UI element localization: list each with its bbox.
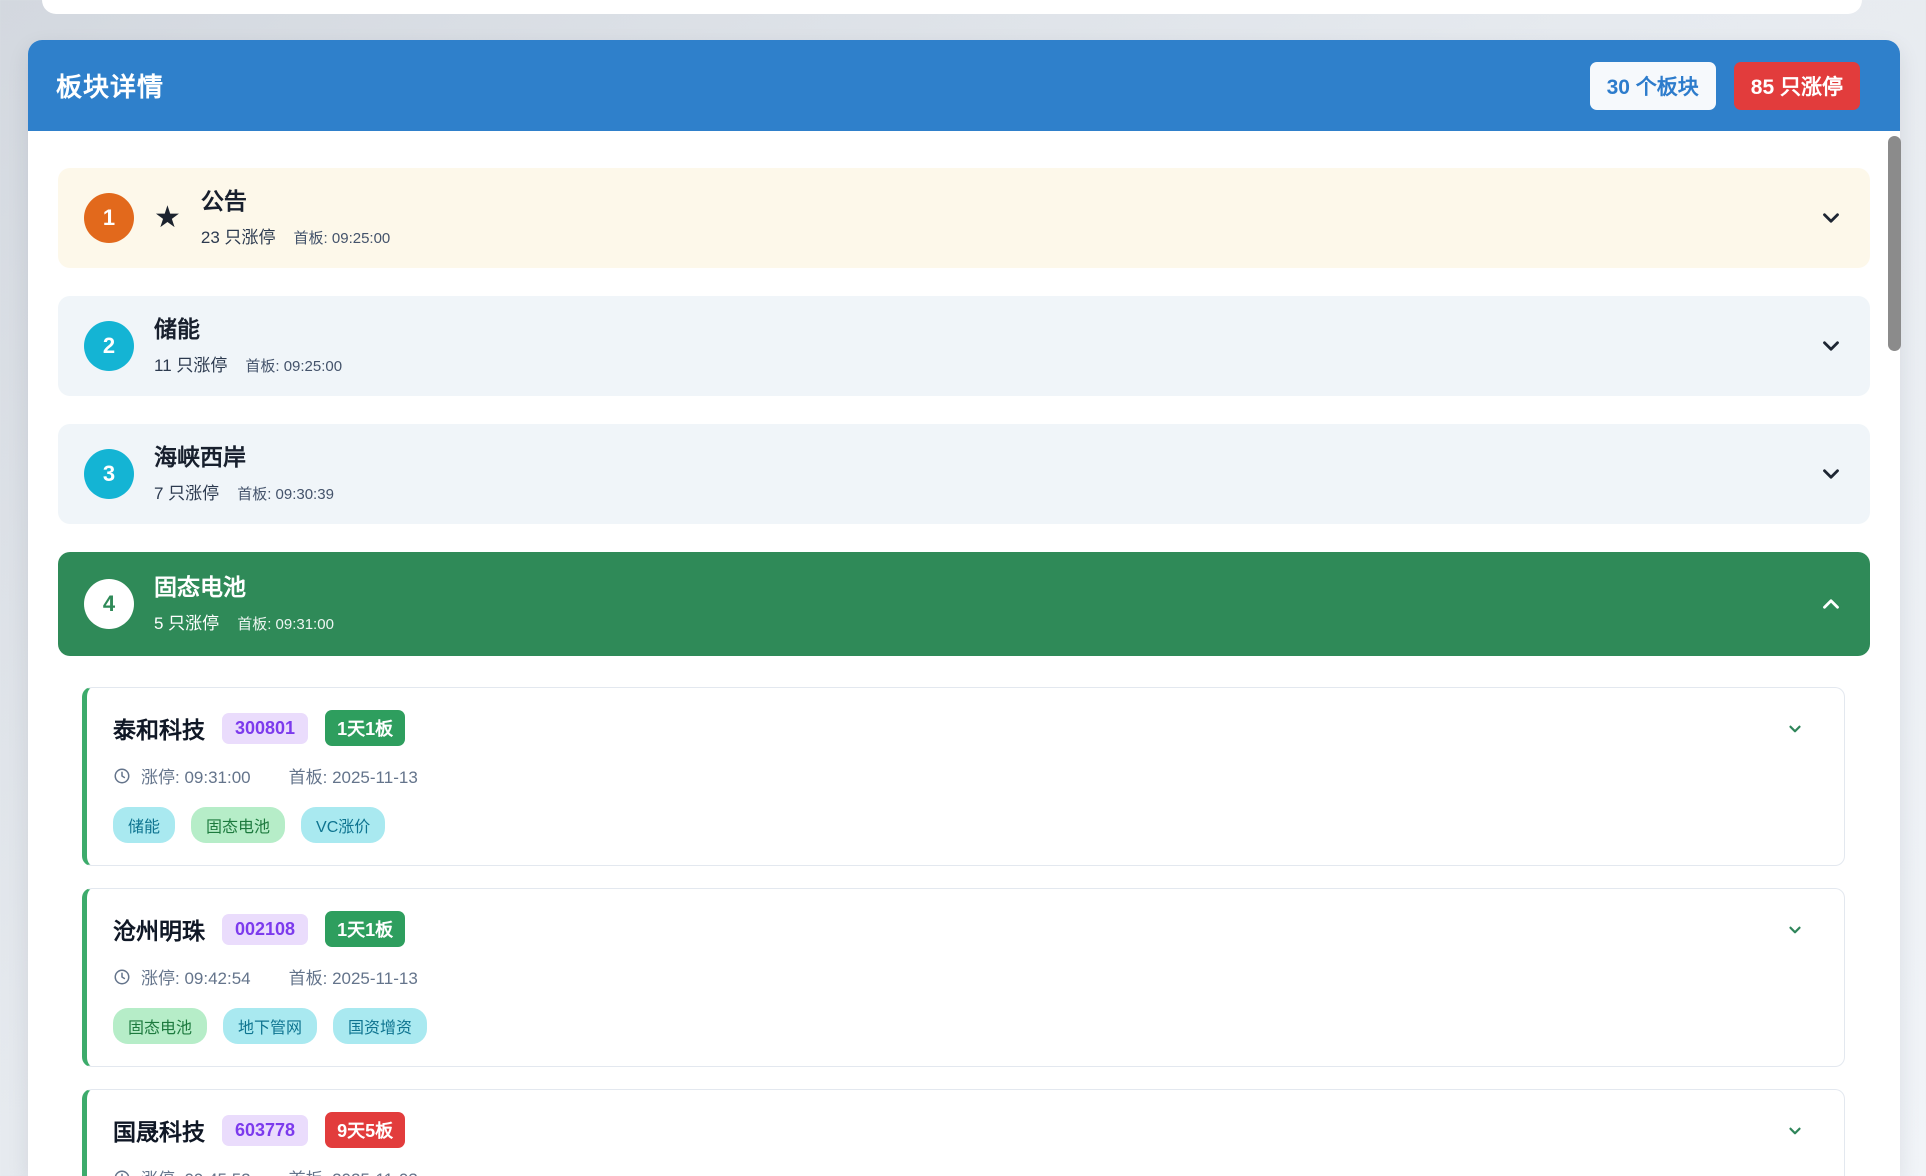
sector-detail-panel: 板块详情 30 个板块 85 只涨停 1 ★ 公告 23 只涨停 首板: 09:…	[28, 40, 1900, 1176]
sector-name: 固态电池	[154, 574, 334, 602]
stock-info-row: 涨停: 09:45:52 首板: 2025-11-03	[113, 1165, 1818, 1176]
board-streak-badge: 1天1板	[325, 911, 405, 947]
sector-row-haixiaxian[interactable]: 3 海峡西岸 7 只涨停 首板: 09:30:39	[58, 424, 1870, 524]
stock-info-row: 涨停: 09:42:54 首板: 2025-11-13	[113, 964, 1818, 989]
chevron-down-icon[interactable]	[1786, 921, 1804, 939]
header-badges: 30 个板块 85 只涨停	[1590, 62, 1860, 110]
sector-info: 海峡西岸 7 只涨停 首板: 09:30:39	[154, 444, 334, 504]
tag-chip: 储能	[113, 807, 175, 843]
stock-code-badge: 300801	[222, 713, 308, 744]
sector-info: 储能 11 只涨停 首板: 09:25:00	[154, 316, 342, 376]
chevron-down-icon[interactable]	[1786, 720, 1804, 738]
sector-first-board-time: 首板: 09:30:39	[237, 483, 334, 504]
chevron-down-icon[interactable]	[1818, 333, 1844, 359]
sector-first-board-time: 首板: 09:25:00	[294, 227, 391, 248]
stock-tags: 固态电池 地下管网 国资增资	[113, 1008, 1818, 1044]
sector-limit-up-count: 11 只涨停	[154, 351, 227, 376]
limit-up-time: 涨停: 09:42:54	[141, 964, 251, 989]
limit-up-time: 涨停: 09:31:00	[141, 763, 251, 788]
chevron-down-icon[interactable]	[1818, 461, 1844, 487]
sector-first-board-time: 首板: 09:25:00	[245, 355, 342, 376]
limit-up-count-badge: 85 只涨停	[1734, 62, 1860, 110]
rank-badge: 1	[84, 193, 134, 243]
tag-chip: VC涨价	[301, 807, 385, 843]
sector-subtitle: 5 只涨停 首板: 09:31:00	[154, 609, 334, 634]
first-board-date: 首板: 2025-11-03	[289, 1165, 418, 1176]
page-title: 板块详情	[56, 67, 164, 104]
stock-card-cangzhoumingzhu[interactable]: 沧州明珠 002108 1天1板 涨停: 09:42:54 首板: 2025-1…	[82, 888, 1845, 1067]
sector-count-badge: 30 个板块	[1590, 62, 1716, 110]
sector-row-gonggao[interactable]: 1 ★ 公告 23 只涨停 首板: 09:25:00	[58, 168, 1870, 268]
board-streak-badge: 1天1板	[325, 710, 405, 746]
stock-title-row: 沧州明珠 002108 1天1板	[113, 911, 1818, 947]
sector-subtitle: 23 只涨停 首板: 09:25:00	[201, 223, 390, 248]
sector-first-board-time: 首板: 09:31:00	[237, 613, 334, 634]
stock-name: 沧州明珠	[113, 912, 205, 946]
stock-card-list: 泰和科技 300801 1天1板 涨停: 09:31:00 首板: 2025-1…	[82, 687, 1845, 1176]
clock-icon	[113, 1169, 131, 1176]
stock-code-badge: 603778	[222, 1115, 308, 1146]
previous-card-edge	[42, 0, 1862, 14]
tag-chip: 国资增资	[333, 1008, 427, 1044]
tag-chip: 固态电池	[191, 807, 285, 843]
sector-limit-up-count: 7 只涨停	[154, 479, 219, 504]
first-board-date: 首板: 2025-11-13	[289, 964, 418, 989]
chevron-down-icon[interactable]	[1818, 205, 1844, 231]
clock-icon	[113, 968, 131, 986]
stock-card-taihekeji[interactable]: 泰和科技 300801 1天1板 涨停: 09:31:00 首板: 2025-1…	[82, 687, 1845, 866]
chevron-down-icon[interactable]	[1786, 1122, 1804, 1140]
tag-chip: 地下管网	[223, 1008, 317, 1044]
limit-up-time: 涨停: 09:45:52	[141, 1165, 251, 1176]
sector-name: 公告	[201, 188, 390, 216]
star-icon[interactable]: ★	[154, 203, 181, 233]
sector-name: 储能	[154, 316, 342, 344]
sector-list: 1 ★ 公告 23 只涨停 首板: 09:25:00 2 储能 11 只涨停 首…	[28, 131, 1900, 1176]
scrollbar-thumb[interactable]	[1888, 136, 1901, 351]
sector-limit-up-count: 5 只涨停	[154, 609, 219, 634]
sector-subtitle: 11 只涨停 首板: 09:25:00	[154, 351, 342, 376]
stock-info-row: 涨停: 09:31:00 首板: 2025-11-13	[113, 763, 1818, 788]
sector-row-chuneng[interactable]: 2 储能 11 只涨停 首板: 09:25:00	[58, 296, 1870, 396]
first-board-date: 首板: 2025-11-13	[289, 763, 418, 788]
sector-info: 公告 23 只涨停 首板: 09:25:00	[201, 188, 390, 248]
panel-header: 板块详情 30 个板块 85 只涨停	[28, 40, 1900, 131]
sector-subtitle: 7 只涨停 首板: 09:30:39	[154, 479, 334, 504]
stock-title-row: 国晟科技 603778 9天5板	[113, 1112, 1818, 1148]
stock-name: 国晟科技	[113, 1113, 205, 1147]
chevron-up-icon[interactable]	[1818, 591, 1844, 617]
sector-limit-up-count: 23 只涨停	[201, 223, 276, 248]
tag-chip: 固态电池	[113, 1008, 207, 1044]
stock-code-badge: 002108	[222, 914, 308, 945]
stock-tags: 储能 固态电池 VC涨价	[113, 807, 1818, 843]
clock-icon	[113, 767, 131, 785]
stock-card-guoshengkeji[interactable]: 国晟科技 603778 9天5板 涨停: 09:45:52 首板: 2025-1…	[82, 1089, 1845, 1176]
rank-badge: 3	[84, 449, 134, 499]
sector-row-gutaidianchi[interactable]: 4 固态电池 5 只涨停 首板: 09:31:00	[58, 552, 1870, 656]
sector-name: 海峡西岸	[154, 444, 334, 472]
rank-badge: 4	[84, 579, 134, 629]
board-streak-badge: 9天5板	[325, 1112, 405, 1148]
stock-name: 泰和科技	[113, 711, 205, 745]
rank-badge: 2	[84, 321, 134, 371]
stock-title-row: 泰和科技 300801 1天1板	[113, 710, 1818, 746]
sector-info: 固态电池 5 只涨停 首板: 09:31:00	[154, 574, 334, 634]
